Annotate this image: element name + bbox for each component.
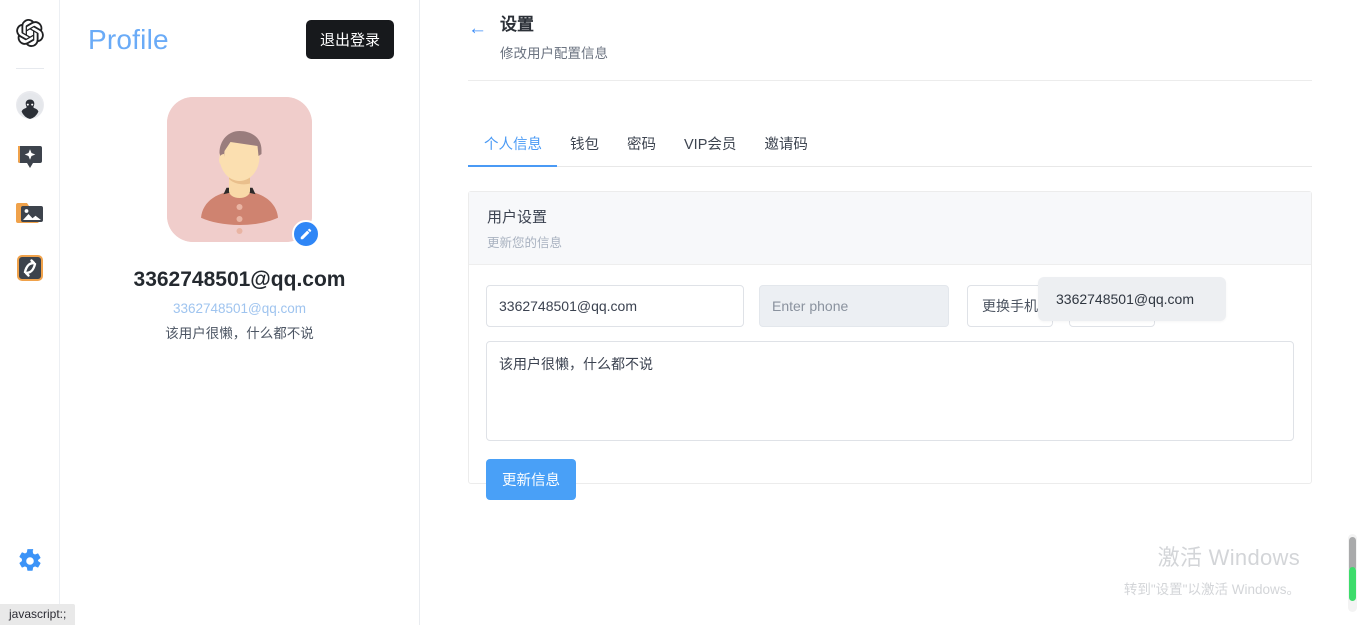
arrow-left-icon[interactable]: ←	[468, 19, 487, 38]
sidebar-item-gallery[interactable]	[12, 197, 48, 233]
tab-bar: 个人信息 钱包 密码 VIP会员 邀请码	[468, 133, 1312, 166]
user-settings-card: 用户设置 更新您的信息 更换手机 更换邮箱 更新信息	[468, 191, 1312, 484]
settings-title: 设置	[500, 14, 608, 35]
sidebar-item-settings[interactable]	[12, 545, 48, 581]
phone-field[interactable]	[759, 285, 949, 327]
logout-button[interactable]: 退出登录	[306, 20, 394, 59]
active-tab-indicator	[468, 165, 557, 167]
status-bar: javascript:;	[0, 604, 75, 625]
tab-wallet[interactable]: 钱包	[556, 133, 613, 166]
email-field[interactable]	[486, 285, 744, 327]
sparkle-badge-icon	[17, 144, 43, 177]
profile-bio: 该用户很懒，什么都不说	[60, 322, 419, 342]
scrollbar-thumb[interactable]	[1349, 537, 1356, 571]
autofill-suggestion[interactable]: 3362748501@qq.com	[1038, 277, 1226, 321]
profile-panel: Profile 退出登录	[60, 0, 420, 625]
profile-header: Profile 退出登录	[60, 0, 419, 59]
rail-divider	[16, 68, 44, 69]
gear-icon	[17, 548, 43, 579]
settings-subtitle: 修改用户配置信息	[500, 42, 608, 62]
user-avatar-icon	[16, 91, 44, 119]
card-title: 用户设置	[487, 206, 1293, 227]
card-header: 用户设置 更新您的信息	[469, 192, 1311, 265]
edit-avatar-button[interactable]	[292, 220, 320, 248]
image-folder-icon	[16, 200, 44, 231]
sidebar-item-profile[interactable]	[12, 87, 48, 123]
watermark-line-1: 激活 Windows	[1124, 540, 1300, 572]
windows-activation-watermark: 激活 Windows 转到"设置"以激活 Windows。	[1124, 540, 1300, 598]
avatar-wrapper	[167, 97, 312, 242]
profile-email: 3362748501@qq.com	[60, 301, 419, 316]
tab-invite-code[interactable]: 邀请码	[750, 133, 822, 166]
swap-square-icon	[17, 255, 43, 286]
tab-divider	[468, 166, 1312, 167]
avatar[interactable]	[167, 97, 312, 242]
update-info-button[interactable]: 更新信息	[486, 459, 576, 500]
sidebar-item-converter[interactable]	[12, 252, 48, 288]
settings-header: ← 设置 修改用户配置信息	[468, 0, 1312, 62]
tab-personal-info[interactable]: 个人信息	[468, 133, 556, 166]
scrollbar-thumb-progress[interactable]	[1349, 567, 1356, 601]
tab-vip[interactable]: VIP会员	[670, 133, 750, 166]
app-window: Profile 退出登录	[0, 0, 1360, 625]
page-title: Profile	[88, 24, 169, 56]
icon-rail	[0, 0, 60, 625]
header-divider	[468, 80, 1312, 81]
card-subtitle: 更新您的信息	[487, 232, 1293, 251]
sidebar-item-ai-tools[interactable]	[12, 142, 48, 178]
openai-logo[interactable]	[13, 16, 47, 50]
profile-name: 3362748501@qq.com	[60, 268, 419, 292]
watermark-line-2: 转到"设置"以激活 Windows。	[1124, 578, 1300, 598]
tab-password[interactable]: 密码	[613, 133, 670, 166]
bio-textarea[interactable]	[486, 341, 1294, 441]
